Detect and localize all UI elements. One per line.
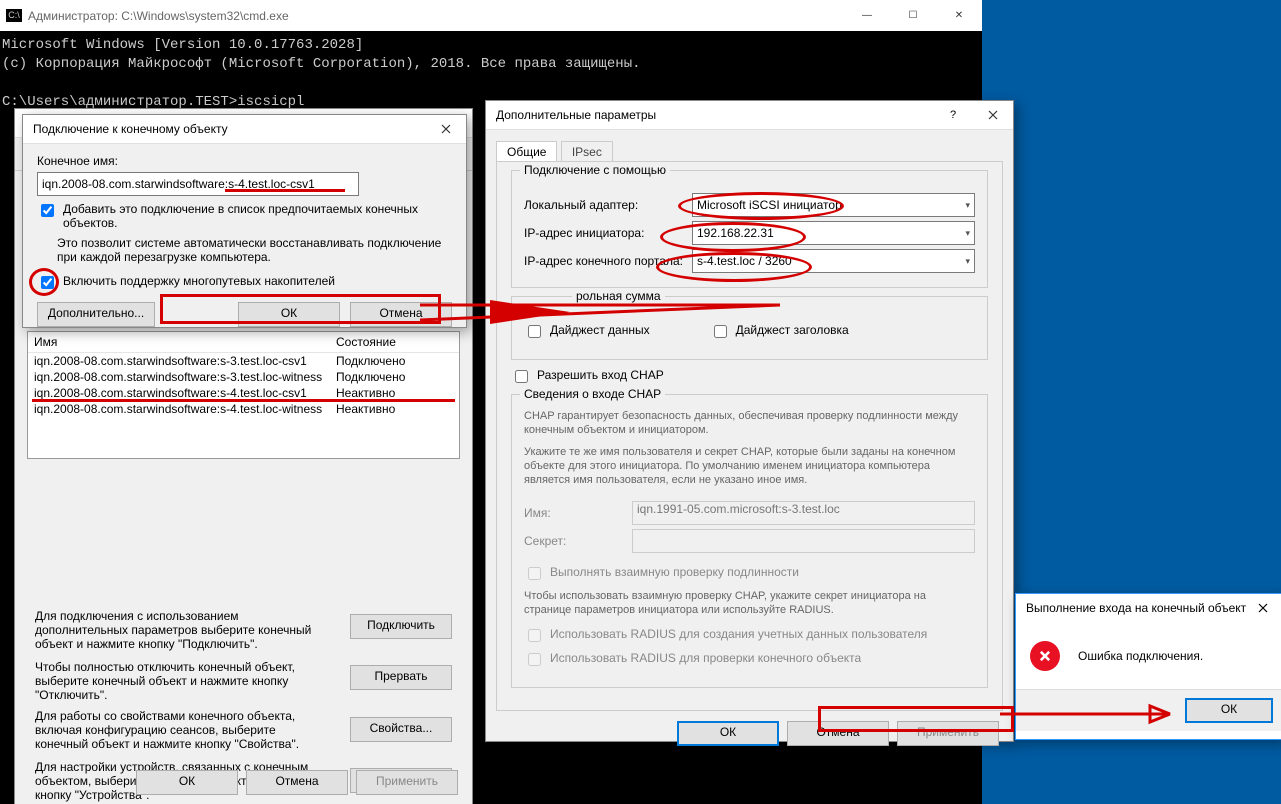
mutual-hint: Чтобы использовать взаимную проверку CHA… (524, 589, 975, 617)
help-icon[interactable]: ? (933, 101, 973, 129)
advanced-button[interactable]: Дополнительно... (37, 302, 155, 327)
table-row[interactable]: iqn.2008-08.com.starwindsoftware:s-3.tes… (28, 353, 459, 369)
advanced-settings-dialog: Дополнительные параметры ? Общие IPsec П… (485, 100, 1014, 742)
connect-using-group: Подключение с помощью Локальный адаптер:… (511, 170, 988, 288)
close-icon[interactable] (973, 101, 1013, 129)
local-adapter-select[interactable]: Microsoft iSCSI инициатор▾ (692, 193, 975, 217)
chap-secret-label: Секрет: (524, 534, 624, 548)
header-digest-checkbox[interactable]: Дайджест заголовка (710, 323, 849, 341)
error-icon (1030, 641, 1060, 671)
mpio-checkbox-input[interactable] (41, 276, 54, 289)
advanced-title: Дополнительные параметры (496, 108, 933, 122)
chap-hint: CHAP гарантирует безопасность данных, об… (524, 409, 975, 437)
help-text: Для подключения с использованием дополни… (35, 609, 325, 651)
portal-ip-select[interactable]: s-4.test.loc / 3260▾ (692, 249, 975, 273)
favorite-checkbox-input[interactable] (41, 204, 54, 217)
error-title: Выполнение входа на конечный объект (1026, 601, 1249, 615)
radius-verify-checkbox: Использовать RADIUS для проверки конечно… (524, 651, 975, 669)
portal-ip-label: IP-адрес конечного портала: (524, 254, 684, 268)
target-name-label: Конечное имя: (37, 154, 452, 168)
properties-button[interactable]: Свойства... (350, 717, 452, 742)
chap-name-input: iqn.1991-05.com.microsoft:s-3.test.loc (632, 501, 975, 525)
chap-enable-checkbox[interactable]: Разрешить вход CHAP (511, 368, 988, 386)
targets-list[interactable]: Имя Состояние iqn.2008-08.com.starwindso… (27, 331, 460, 459)
favorite-hint: Это позволит системе автоматически восст… (57, 236, 452, 264)
connect-button[interactable]: Подключить (350, 614, 452, 639)
crc-group: рольная сумма Дайджест данных Дайджест з… (511, 296, 988, 360)
maximize-button[interactable]: ☐ (890, 0, 936, 31)
ok-button[interactable]: ОК (677, 721, 779, 746)
group-title: рольная сумма (572, 289, 665, 303)
help-text: Для работы со свойствами конечного объек… (35, 709, 325, 751)
cancel-button[interactable]: Отмена (787, 721, 889, 746)
apply-button[interactable]: Применить (897, 721, 999, 746)
mutual-auth-checkbox: Выполнять взаимную проверку подлинности (524, 565, 975, 583)
group-title: Подключение с помощью (520, 163, 670, 177)
table-row[interactable]: iqn.2008-08.com.starwindsoftware:s-4.tes… (28, 385, 459, 401)
favorite-checkbox[interactable]: Добавить это подключение в список предпо… (37, 202, 452, 230)
table-row[interactable]: iqn.2008-08.com.starwindsoftware:s-3.tes… (28, 369, 459, 385)
error-dialog: Выполнение входа на конечный объект Ошиб… (1015, 593, 1281, 740)
ok-button[interactable]: ОК (1185, 698, 1273, 723)
initiator-ip-select[interactable]: 192.168.22.31▾ (692, 221, 975, 245)
local-adapter-label: Локальный адаптер: (524, 198, 684, 212)
chap-info-group: Сведения о входе CHAP CHAP гарантирует б… (511, 394, 988, 688)
ok-button[interactable]: ОК (238, 302, 340, 327)
mpio-checkbox[interactable]: Включить поддержку многопутевых накопите… (37, 274, 452, 292)
chap-secret-input (632, 529, 975, 553)
tab-general[interactable]: Общие (496, 141, 557, 162)
help-text: Чтобы полностью отключить конечный объек… (35, 660, 325, 702)
close-icon[interactable] (1249, 594, 1277, 622)
minimize-button[interactable]: — (844, 0, 890, 31)
cancel-button[interactable]: Отмена (350, 302, 452, 327)
connect-target-dialog: Подключение к конечному объекту Конечное… (22, 114, 467, 328)
close-button[interactable]: ✕ (936, 0, 982, 31)
error-message: Ошибка подключения. (1078, 649, 1203, 663)
disconnect-button[interactable]: Прервать (350, 665, 452, 690)
radius-cred-checkbox: Использовать RADIUS для создания учетных… (524, 627, 975, 645)
cmd-titlebar: C:\ Администратор: C:\Windows\system32\c… (0, 0, 982, 31)
initiator-ip-label: IP-адрес инициатора: (524, 226, 684, 240)
connect-title: Подключение к конечному объекту (33, 122, 426, 136)
chap-name-label: Имя: (524, 506, 624, 520)
data-digest-checkbox[interactable]: Дайджест данных (524, 323, 650, 341)
table-row[interactable]: iqn.2008-08.com.starwindsoftware:s-4.tes… (28, 401, 459, 417)
chap-hint: Укажите те же имя пользователя и секрет … (524, 445, 975, 487)
group-title: Сведения о входе CHAP (520, 387, 665, 401)
apply-button[interactable]: Применить (356, 770, 458, 795)
cmd-icon: C:\ (6, 9, 22, 22)
tab-ipsec[interactable]: IPsec (561, 141, 613, 162)
cmd-title: Администратор: C:\Windows\system32\cmd.e… (28, 9, 289, 23)
ok-button[interactable]: ОК (136, 770, 238, 795)
cancel-button[interactable]: Отмена (246, 770, 348, 795)
target-name-input[interactable]: iqn.2008-08.com.starwindsoftware:s-4.tes… (37, 172, 359, 196)
close-icon[interactable] (426, 115, 466, 143)
